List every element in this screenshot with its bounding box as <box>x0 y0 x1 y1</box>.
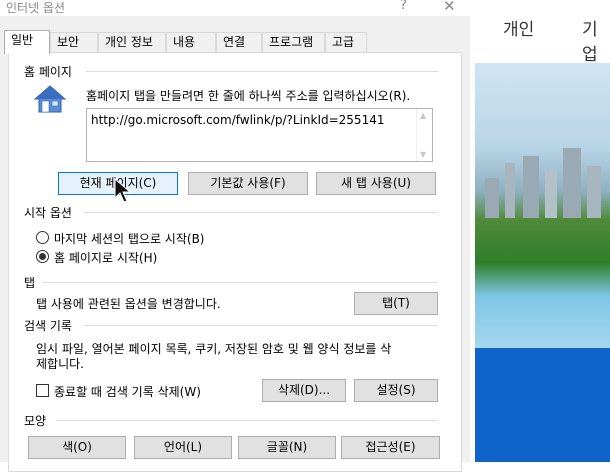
delete-history-on-exit-label: 종료할 때 검색 기록 삭제(W) <box>54 385 201 399</box>
internet-options-dialog: 인터넷 옵션 ? ✕ 일반 보안 개인 정보 내용 연결 프로그램 고급 홈 페… <box>0 0 470 472</box>
history-description-line2: 제합니다. <box>36 357 84 371</box>
section-divider <box>42 282 438 283</box>
tab-advanced[interactable]: 고급 <box>325 32 367 53</box>
bg-nav-business[interactable]: 기업 <box>582 15 610 65</box>
start-with-home-page-label: 홈 페이지로 시작(H) <box>54 251 158 265</box>
delete-history-on-exit-checkbox[interactable] <box>36 384 49 397</box>
tab-general[interactable]: 일반 <box>4 30 50 54</box>
tabs-description: 탭 사용에 관련된 옵션을 변경합니다. <box>36 297 221 311</box>
section-divider <box>86 71 438 72</box>
scroll-down-icon[interactable]: ▼ <box>420 150 426 159</box>
tabs-button[interactable]: 탭(T) <box>354 292 438 315</box>
brand-banner <box>475 348 610 462</box>
section-divider <box>84 212 438 213</box>
tabs-section-label: 탭 <box>24 276 36 290</box>
languages-button[interactable]: 언어(L) <box>134 436 232 459</box>
start-with-last-session-radio[interactable] <box>36 231 49 244</box>
scroll-up-icon[interactable]: ▲ <box>420 111 426 120</box>
appearance-section-label: 모양 <box>24 414 47 428</box>
section-divider <box>56 420 438 421</box>
tab-programs[interactable]: 프로그램 <box>262 32 325 53</box>
home-icon <box>33 85 67 113</box>
accessibility-button[interactable]: 접근성(E) <box>341 436 440 459</box>
close-button[interactable]: ✕ <box>443 0 456 15</box>
window-title: 인터넷 옵션 <box>6 1 66 15</box>
tab-strip: 일반 보안 개인 정보 내용 연결 프로그램 고급 <box>0 30 470 54</box>
browsing-history-section-label: 검색 기록 <box>24 319 72 333</box>
fonts-button[interactable]: 글꼴(N) <box>238 436 336 459</box>
home-page-url-text: http://go.microsoft.com/fwlink/p/?LinkId… <box>91 113 385 127</box>
use-default-button[interactable]: 기본값 사용(F) <box>188 172 308 195</box>
bg-nav-personal[interactable]: 개인 <box>503 15 534 40</box>
section-divider <box>84 325 438 326</box>
startup-section-label: 시작 옵션 <box>24 206 72 220</box>
start-with-last-session-label: 마지막 세션의 탭으로 시작(B) <box>54 232 205 246</box>
use-new-tab-button[interactable]: 새 탭 사용(U) <box>316 172 436 195</box>
mouse-cursor-icon <box>114 178 132 203</box>
tab-privacy[interactable]: 개인 정보 <box>98 32 166 53</box>
title-bar: 인터넷 옵션 ? ✕ <box>0 0 470 16</box>
tab-security[interactable]: 보안 <box>50 32 98 53</box>
home-page-section-label: 홈 페이지 <box>24 65 72 79</box>
home-page-description: 홈페이지 탭을 만들려면 한 줄에 하나씩 주소를 입력하십시오(R). <box>86 89 411 103</box>
tab-connections[interactable]: 연결 <box>216 32 262 53</box>
tab-content[interactable]: 내용 <box>166 32 216 53</box>
home-page-url-field[interactable]: http://go.microsoft.com/fwlink/p/?LinkId… <box>86 108 433 162</box>
history-description-line1: 임시 파일, 열어본 페이지 목록, 쿠키, 저장된 암호 및 웹 양식 정보를… <box>36 342 392 356</box>
banner-image <box>475 63 610 348</box>
colors-button[interactable]: 색(O) <box>28 436 126 459</box>
start-with-home-page-radio[interactable] <box>36 250 49 263</box>
help-button[interactable]: ? <box>400 0 407 13</box>
history-settings-button[interactable]: 설정(S) <box>354 379 438 402</box>
url-scrollbar[interactable]: ▲ ▼ <box>416 109 432 161</box>
delete-history-button[interactable]: 삭제(D)... <box>262 379 346 402</box>
